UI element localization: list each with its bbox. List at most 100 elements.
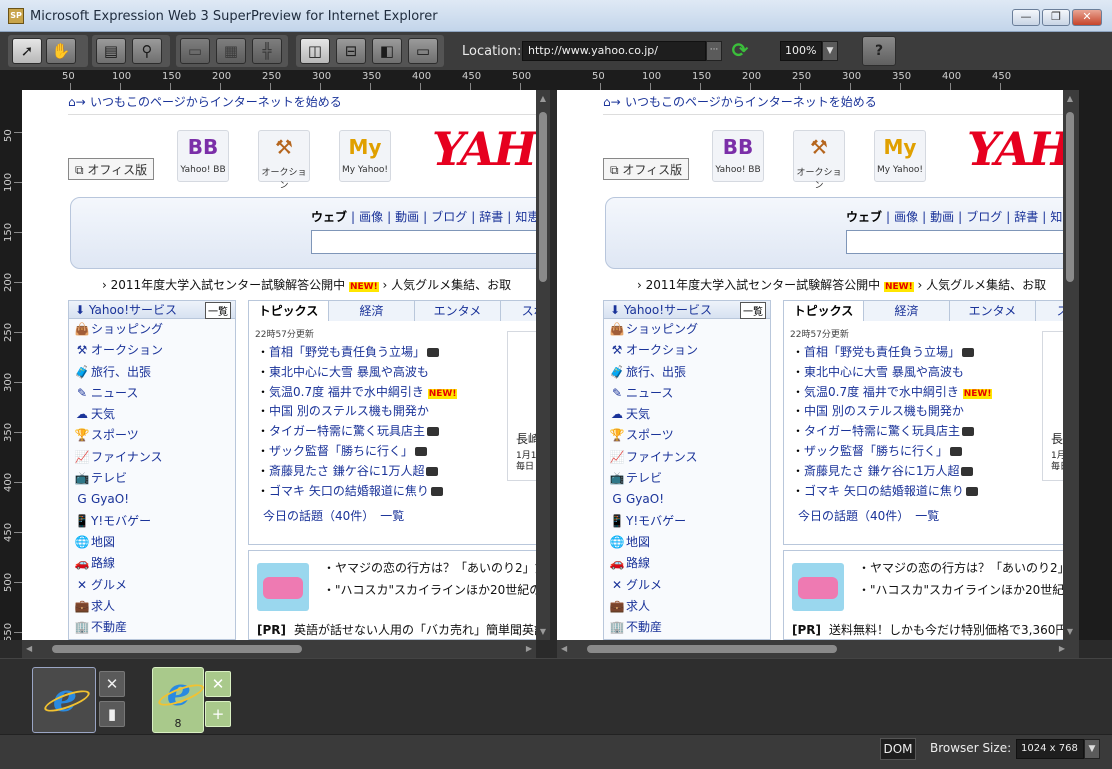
search-tab[interactable]: 動画: [395, 210, 419, 224]
search-tab[interactable]: 画像: [359, 210, 383, 224]
search-tab[interactable]: 辞書: [479, 210, 503, 224]
zoom-input[interactable]: 100%: [780, 41, 822, 61]
search-input[interactable]: [846, 230, 1063, 254]
service-list-item[interactable]: G GyaO!: [69, 489, 235, 510]
ie8-browser-tile[interactable]: e 8: [152, 667, 204, 733]
service-list-item[interactable]: ✕ グルメ: [69, 575, 235, 596]
scroll-up-icon[interactable]: ▲: [538, 94, 548, 103]
service-list-item[interactable]: 🚗 路線: [69, 553, 235, 574]
topic-tab[interactable]: エンタメ: [415, 301, 501, 321]
today-topics-link[interactable]: 今日の話題（40件） 一覧: [263, 507, 404, 524]
topic-tab[interactable]: 経済: [329, 301, 415, 321]
scroll-right-icon[interactable]: ▶: [1059, 644, 1065, 653]
search-input[interactable]: [311, 230, 536, 254]
service-shortcut[interactable]: My My Yahoo!: [874, 130, 926, 182]
search-tab[interactable]: 知恵袋: [515, 210, 536, 224]
pr-ad[interactable]: [PR] 送料無料！しかも今だけ特別価格で3,360円割引: [792, 621, 1063, 638]
left-pane-vertical-scrollbar[interactable]: ▲ ▼: [536, 90, 550, 640]
search-tab[interactable]: 動画: [930, 210, 954, 224]
topic-tab[interactable]: スポーツ: [501, 301, 536, 321]
topic-tab[interactable]: エンタメ: [950, 301, 1036, 321]
topic-item[interactable]: 首相「野党も責任負う立場」: [792, 343, 975, 360]
scroll-thumb[interactable]: [52, 645, 302, 653]
split-vertical-icon[interactable]: ◫: [300, 38, 330, 64]
office-version-button[interactable]: ⧉ オフィス版: [603, 158, 690, 180]
topic-item[interactable]: タイガー特需に驚く玩具店主: [257, 422, 440, 439]
service-list-item[interactable]: 🏢 不動産: [604, 617, 770, 638]
headline-ticker[interactable]: › 2011年度大学入試センター試験解答公開中 NEW! › 人気グルメ集結、お…: [102, 276, 511, 293]
topic-item[interactable]: タイガー特需に驚く玩具店主: [792, 422, 975, 439]
dom-button[interactable]: DOM: [880, 738, 916, 760]
service-list-item[interactable]: 🏆 スポーツ: [604, 425, 770, 446]
right-pane-vertical-scrollbar[interactable]: ▲ ▼: [1063, 90, 1079, 640]
right-pane-horizontal-scrollbar[interactable]: ◀ ▶: [557, 640, 1079, 658]
topic-item[interactable]: 中国 別のステルス機も開発か: [792, 402, 964, 419]
preview-pane-left[interactable]: ⌂→ いつもこのページからインターネットを始める ⧉ オフィス版 BB Yahoo! B…: [22, 90, 536, 640]
topic-item[interactable]: 斎藤見たさ 鎌ケ谷に1万人超: [792, 462, 974, 479]
topic-tab[interactable]: トピックス: [784, 301, 864, 321]
yahoo-logo[interactable]: YAHOO!: [967, 122, 1063, 176]
service-list-item[interactable]: 👜 ショッピング: [604, 319, 770, 340]
service-list-more-button[interactable]: 一覧: [205, 302, 231, 319]
scroll-thumb[interactable]: [587, 645, 837, 653]
ruler-icon[interactable]: ▭: [180, 38, 210, 64]
topic-item[interactable]: ザック監督「勝ちに行く」: [792, 442, 963, 459]
scroll-left-icon[interactable]: ◀: [561, 644, 567, 653]
scroll-down-icon[interactable]: ▼: [538, 627, 548, 636]
topic-item[interactable]: ゴマキ 矢口の結婚報道に焦り: [257, 482, 443, 499]
topic-tab[interactable]: スポーツ: [1036, 301, 1063, 321]
service-shortcut[interactable]: BB Yahoo! BB: [177, 130, 229, 182]
service-list-item[interactable]: 🏢 不動産: [69, 617, 235, 638]
service-list-item[interactable]: ⚒ オークション: [604, 340, 770, 361]
left-pane-horizontal-scrollbar[interactable]: ◀ ▶: [22, 640, 536, 658]
topic-item[interactable]: 気温0.7度 福井で水中綱引き NEW!: [792, 383, 993, 400]
scroll-up-icon[interactable]: ▲: [1065, 94, 1075, 103]
page-layout-icon[interactable]: ▤: [96, 38, 126, 64]
dock-panel-icon[interactable]: ▮: [99, 701, 125, 727]
refresh-icon[interactable]: ⟳: [729, 39, 751, 61]
scroll-down-icon[interactable]: ▼: [1065, 627, 1075, 636]
service-list-item[interactable]: ⚒ オークション: [69, 340, 235, 361]
service-list-item[interactable]: G GyaO!: [604, 489, 770, 510]
scroll-left-icon[interactable]: ◀: [26, 644, 32, 653]
service-list-item[interactable]: 💼 求人: [69, 596, 235, 617]
search-tab[interactable]: 画像: [894, 210, 918, 224]
browser-size-select[interactable]: 1024 x 768: [1016, 739, 1084, 759]
add-browser-button[interactable]: +: [205, 701, 231, 727]
promo-link[interactable]: ・"ハコスカ"スカイラインほか20世紀の名車: [858, 581, 1063, 598]
today-topics-list[interactable]: 一覧: [915, 509, 939, 523]
pan-hand-icon[interactable]: ✋: [46, 38, 76, 64]
topic-item[interactable]: ザック監督「勝ちに行く」: [257, 442, 428, 459]
service-shortcut[interactable]: My My Yahoo!: [339, 130, 391, 182]
service-list-item[interactable]: ☁ 天気: [69, 404, 235, 425]
search-tab[interactable]: ブログ: [431, 210, 467, 224]
pr-ad[interactable]: [PR] 英語が話せない人用の「バカ売れ」簡単聞英語: [257, 621, 536, 638]
topic-item[interactable]: ゴマキ 矢口の結婚報道に焦り: [792, 482, 978, 499]
topic-item[interactable]: 首相「野党も責任負う立場」: [257, 343, 440, 360]
pane-divider[interactable]: [550, 90, 557, 658]
service-list-item[interactable]: ☁ 天気: [604, 404, 770, 425]
service-list-item[interactable]: 🧳 旅行、出張: [604, 362, 770, 383]
promo-van-image[interactable]: [257, 563, 309, 611]
service-list-item[interactable]: ✎ ニュース: [69, 383, 235, 404]
baseline-browser-tile[interactable]: e: [32, 667, 96, 733]
today-topics-list[interactable]: 一覧: [380, 509, 404, 523]
promo-link[interactable]: ・ヤマジの恋の行方は？「あいのり2」第2話: [323, 559, 536, 576]
search-tab[interactable]: ブログ: [966, 210, 1002, 224]
zoom-dropdown-icon[interactable]: ▼: [822, 41, 838, 61]
promo-link[interactable]: ・"ハコスカ"スカイラインほか20世紀の名車: [323, 581, 536, 598]
maximize-button[interactable]: ❐: [1042, 9, 1070, 26]
help-icon[interactable]: ?: [862, 36, 896, 66]
service-list-toggle-icon[interactable]: ⬇: [75, 303, 89, 317]
service-list-item[interactable]: 👜 ショッピング: [69, 319, 235, 340]
location-more-button[interactable]: ···: [706, 41, 722, 61]
service-list-item[interactable]: 📈 ファイナンス: [604, 447, 770, 468]
yahoo-logo[interactable]: YAHOO!: [432, 122, 536, 176]
single-view-icon[interactable]: ▭: [408, 38, 438, 64]
layout-grid-icon[interactable]: ▦: [216, 38, 246, 64]
close-button[interactable]: ✕: [1072, 9, 1102, 26]
service-list-item[interactable]: 🌐 地図: [69, 532, 235, 553]
search-tab[interactable]: 知恵袋: [1050, 210, 1063, 224]
topic-tab[interactable]: 経済: [864, 301, 950, 321]
crosshair-grid-icon[interactable]: ╬: [252, 38, 282, 64]
